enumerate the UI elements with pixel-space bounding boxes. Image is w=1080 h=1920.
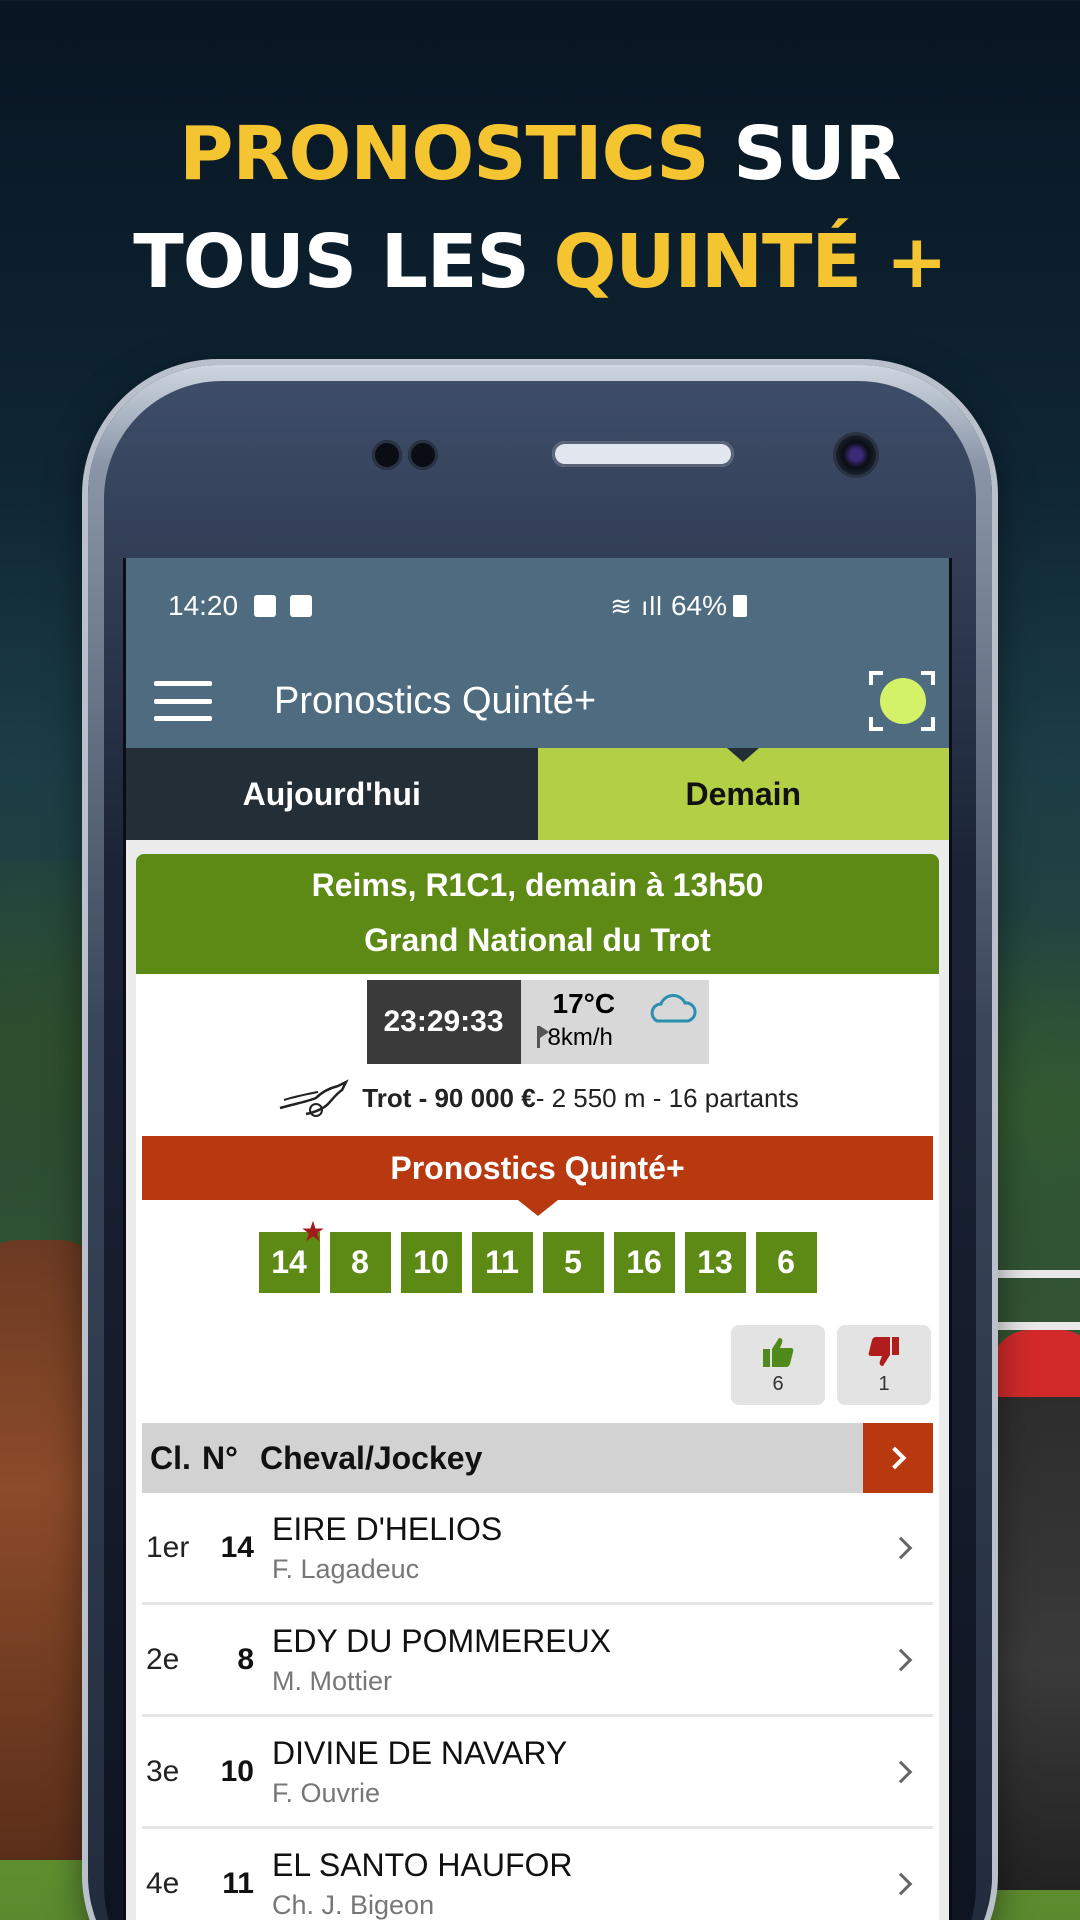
chevron-right-icon [889,1872,913,1895]
chevron-right-icon [889,1536,913,1559]
pick-number[interactable]: 11 [471,1232,533,1293]
wind-flag-icon [536,1026,549,1048]
row-rank: 1er [146,1530,190,1564]
vote-down-button[interactable]: 1 [837,1325,931,1405]
horse-name: EIRE D'HELIOS [272,1510,503,1547]
row-names: EDY DU POMMEREUX M. Mottier [272,1623,893,1697]
tab-today[interactable]: Aujourd'hui [126,748,538,840]
row-number: 11 [222,1866,254,1900]
hamburger-menu-icon[interactable] [154,681,212,721]
jockey-name: F. Lagadeuc [272,1553,420,1584]
battery-level: 64% [670,590,727,621]
vote-up-count: 6 [772,1372,784,1395]
table-row[interactable]: 2e 8 EDY DU POMMEREUX M. Mottier [142,1605,933,1717]
race-info: 23:29:33 17°C 8km/h [136,974,939,1064]
header-horse-jockey: Cheval/Jockey [260,1439,483,1476]
row-number: 14 [220,1530,254,1564]
front-camera-icon [836,435,876,475]
race-details: Trot - 90 000 € - 2 550 m - 16 partants [136,1064,939,1136]
speaker-grille [552,441,734,467]
app-title: Pronostics Quinté+ [274,679,597,722]
tab-tomorrow-label: Demain [685,775,802,812]
cloud-icon [650,993,696,1023]
row-rank: 3e [146,1754,180,1788]
status-bar: 14:20 ≋ ıll 64% [126,558,949,654]
pick-number[interactable]: 6 [755,1232,817,1293]
wifi-signal-icon: ≋ ıll [610,590,663,621]
content-area: Reims, R1C1, demain à 13h50 Grand Nation… [126,840,949,1920]
pick-label: 14 [271,1244,307,1280]
horse-name: DIVINE DE NAVARY [272,1734,568,1771]
jockey-name: F. Ouvrie [272,1777,381,1808]
tab-tomorrow[interactable]: Demain [537,748,949,840]
app-bar: Pronostics Quinté+ [126,654,949,748]
headline-text-1: SUR [708,111,901,197]
vote-buttons: 6 1 [136,1293,939,1423]
row-names: EIRE D'HELIOS F. Lagadeuc [272,1511,893,1585]
thumb-down-icon [868,1336,899,1366]
table-row[interactable]: 4e 11 EL SANTO HAUFOR Ch. J. Bigeon [142,1829,933,1920]
clock-notification-icon [290,595,313,617]
pick-number[interactable]: 16 [613,1232,675,1293]
chevron-right-icon [889,1760,913,1783]
pick-number[interactable]: 13 [684,1232,746,1293]
race-distance-runners: - 2 550 m - 16 partants [535,1082,799,1113]
weather-box: 17°C 8km/h [520,980,709,1064]
headline-line-2: TOUS LES QUINTÉ + [0,208,1080,316]
row-names: DIVINE DE NAVARY F. Ouvrie [272,1735,893,1809]
race-location-time: Reims, R1C1, demain à 13h50 [311,867,764,903]
promo-headline: PRONOSTICS SUR TOUS LES QUINTÉ + [0,100,1080,316]
open-details-button[interactable] [863,1423,933,1493]
headline-accent-2: QUINTÉ + [553,219,948,305]
chevron-right-icon [889,1648,913,1671]
wind-speed: 8km/h [547,1024,613,1051]
row-rank: 2e [146,1642,180,1676]
countdown-timer: 23:29:33 [366,980,521,1064]
row-rank: 4e [146,1866,180,1900]
phone-screen: 14:20 ≋ ıll 64% Pronostics Quinté+ Aujou… [123,558,952,1920]
header-number: N° [202,1439,238,1476]
horse-name: EL SANTO HAUFOR [272,1846,573,1883]
live-scan-icon[interactable] [869,671,935,731]
row-number: 8 [237,1642,254,1676]
header-rank: Cl. [150,1439,191,1476]
race-name: Grand National du Trot [364,922,711,958]
active-tab-indicator [727,748,760,762]
sensor-dot-icon [372,440,402,470]
star-icon: ★ [300,1216,326,1247]
race-discipline-prize: Trot - 90 000 € [362,1082,536,1113]
sensor-dot-icon [408,440,438,470]
row-number: 10 [220,1754,254,1788]
vote-up-button[interactable]: 6 [731,1325,825,1405]
image-notification-icon [254,595,277,617]
horse-name: EDY DU POMMEREUX [272,1622,612,1659]
trot-horse-icon [279,1079,350,1117]
pick-number[interactable]: 5 [542,1232,604,1293]
chevron-right-icon [883,1446,907,1470]
background-horse [0,1240,100,1860]
race-card: Reims, R1C1, demain à 13h50 Grand Nation… [136,854,939,1920]
background-rider [990,1330,1080,1890]
ranking-header: Cl. N° Cheval/Jockey [142,1423,933,1493]
table-row[interactable]: 3e 10 DIVINE DE NAVARY F. Ouvrie [142,1717,933,1829]
table-row[interactable]: 1er 14 EIRE D'HELIOS F. Lagadeuc [142,1493,933,1605]
headline-text-2: TOUS LES [133,219,554,305]
background-fence [990,1270,1080,1330]
jockey-name: Ch. J. Bigeon [272,1889,435,1920]
pronostics-banner: Pronostics Quinté+ [142,1136,933,1216]
thumb-up-icon [763,1337,794,1367]
race-header[interactable]: Reims, R1C1, demain à 13h50 Grand Nation… [136,854,939,974]
headline-line-1: PRONOSTICS SUR [0,100,1080,208]
pick-number[interactable]: 10 [400,1232,462,1293]
wind-speed-row: 8km/h [536,1024,709,1052]
vote-down-count: 1 [878,1372,890,1395]
day-tabs: Aujourd'hui Demain [126,748,949,840]
headline-accent-1: PRONOSTICS [179,111,709,197]
row-names: EL SANTO HAUFOR Ch. J. Bigeon [272,1847,893,1920]
battery-icon [733,595,747,617]
pick-number[interactable]: ★ 14 [258,1218,326,1293]
pick-number[interactable]: 8 [329,1232,391,1293]
status-time: 14:20 [168,590,239,621]
jockey-name: M. Mottier [272,1665,393,1696]
